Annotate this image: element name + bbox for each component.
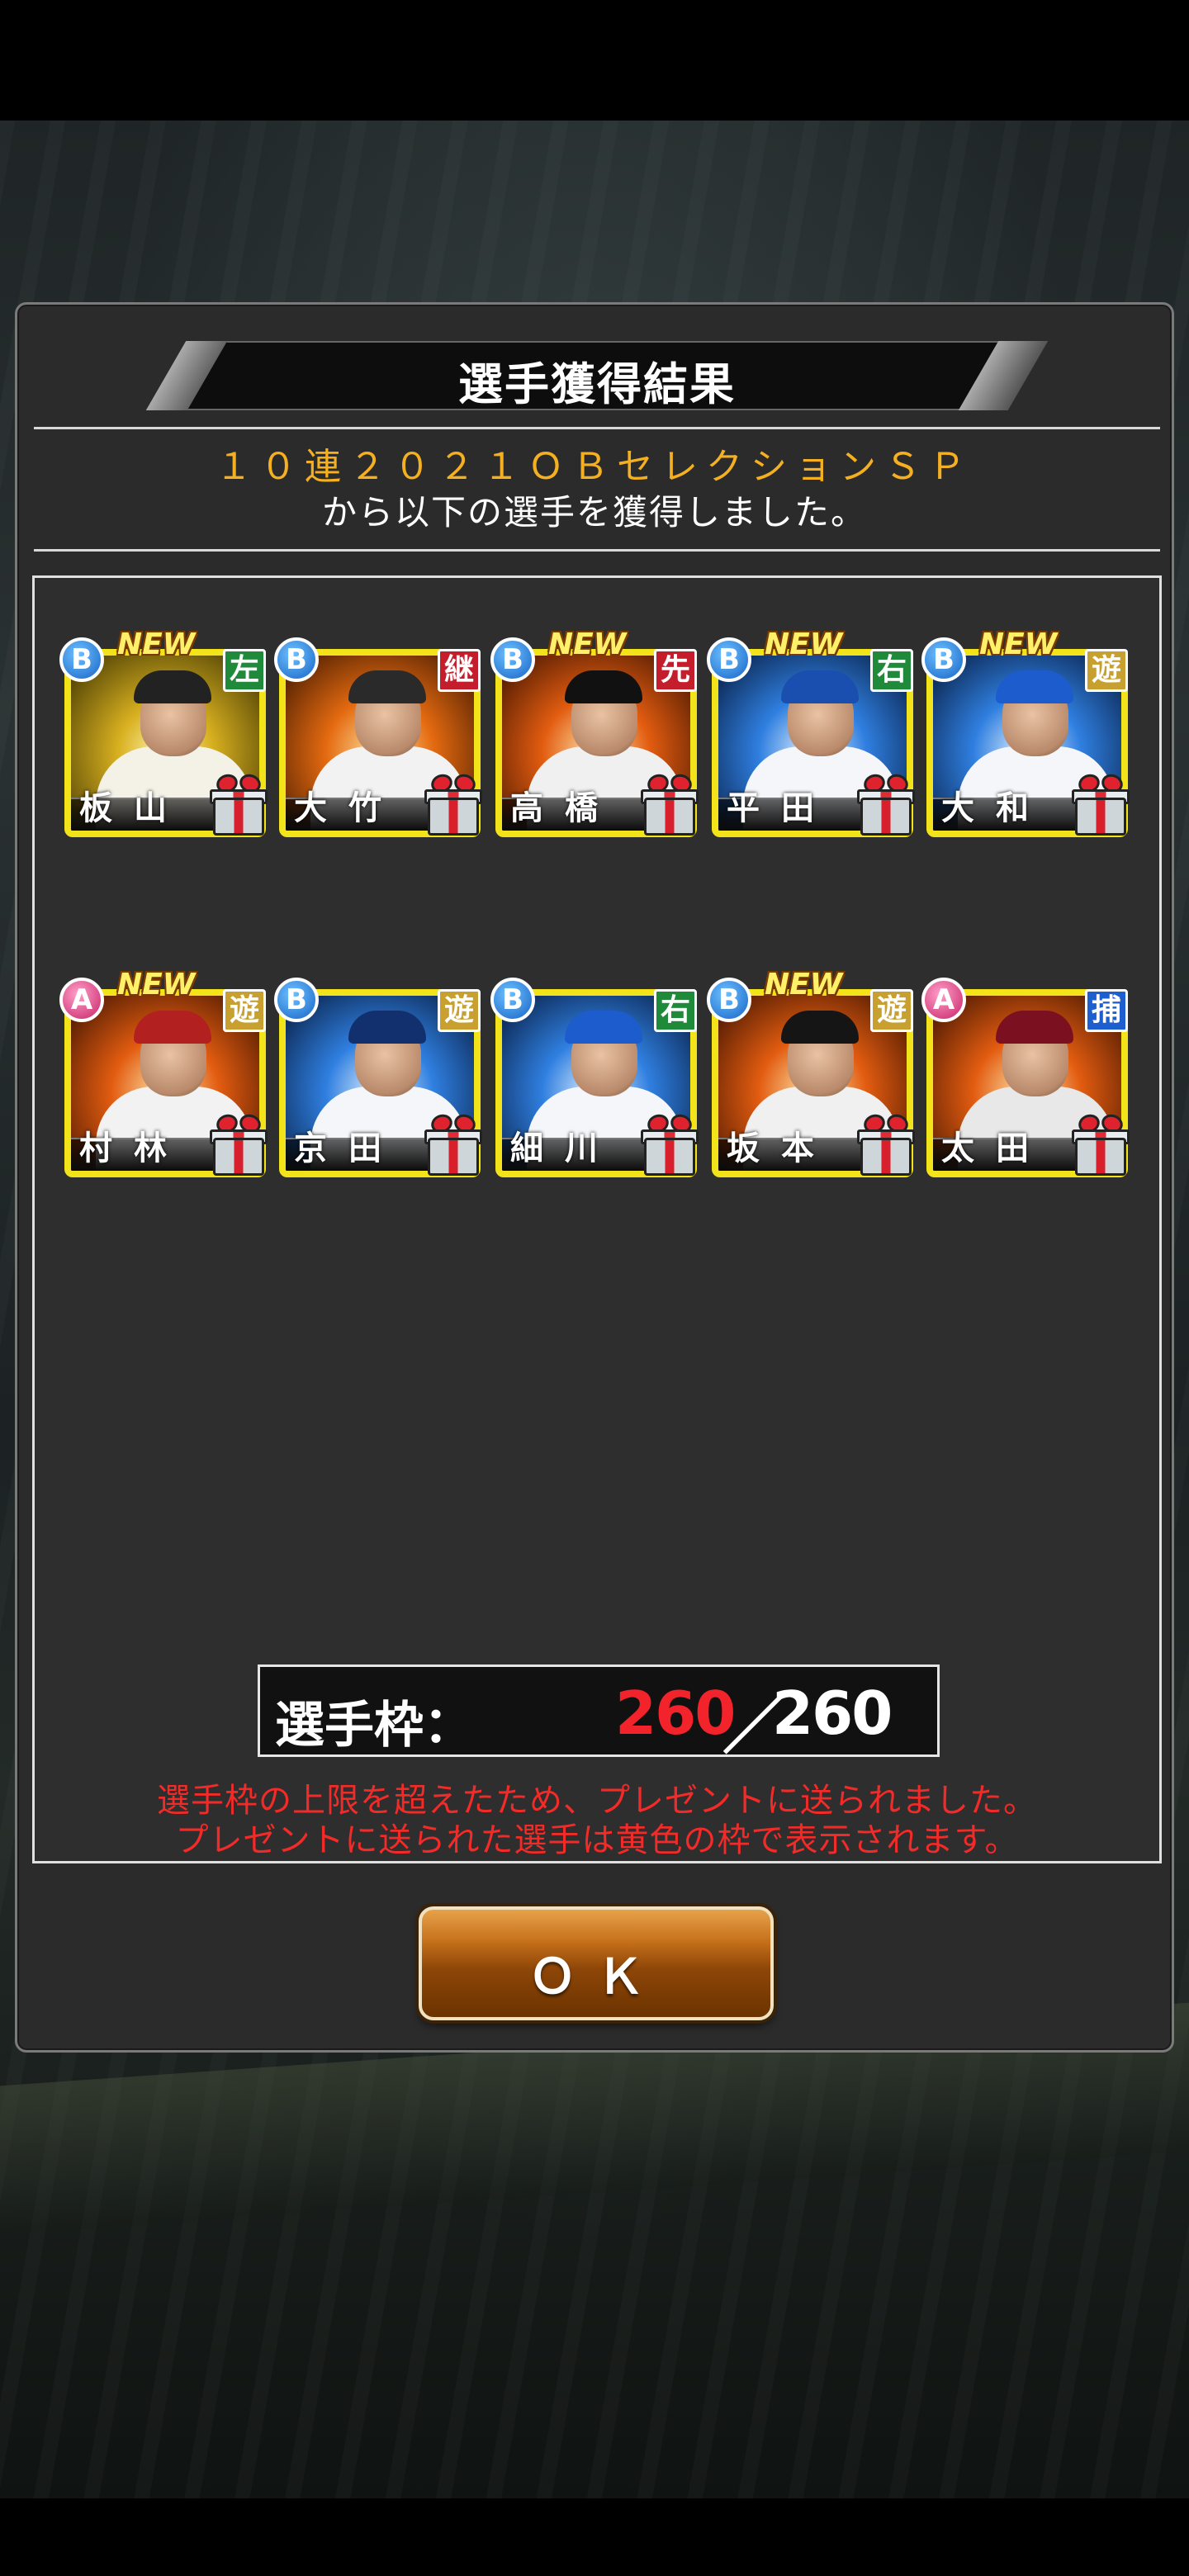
position-badge: 左 [223,649,266,692]
position-badge: 継 [438,649,481,692]
rank-badge: B [921,637,966,682]
title-bar: 選手獲得結果 [34,341,1160,410]
gift-icon [855,1111,917,1177]
position-badge: 遊 [870,989,913,1032]
player-name: 京田 [294,1129,403,1167]
new-label: NEW [765,968,843,1002]
gift-icon [1070,1111,1131,1177]
result-dialog: 選手獲得結果 １０連２０２１ＯＢセレクションＳＰ から以下の選手を獲得しました。… [15,302,1174,2053]
gift-icon [855,771,917,837]
player-name: 村林 [79,1129,188,1167]
player-cap [996,670,1073,703]
new-label: NEW [117,627,196,661]
rank-badge: B [490,978,535,1022]
player-card[interactable]: 板山 B 左 NEW [59,627,269,837]
gift-icon [208,771,269,837]
position-badge: 捕 [1085,989,1128,1032]
player-cap [348,670,426,703]
notice-line-2: プレゼントに送られた選手は黄色の枠で表示されます。 [175,1821,1019,1859]
rank-badge: A [921,978,966,1022]
position-badge: 右 [870,649,913,692]
player-name: 大竹 [294,789,403,827]
gift-box [644,1138,695,1176]
gift-box [213,798,264,836]
gift-icon [639,1111,700,1177]
divider [34,549,1160,552]
player-card[interactable]: 平田 B 右 NEW [707,627,917,837]
player-name: 高橋 [510,789,619,827]
gacha-name: １０連２０２１ＯＢセレクションＳＰ [216,446,973,488]
player-card[interactable]: 京田 B 遊 [274,968,484,1177]
player-name: 板山 [79,789,188,827]
player-cap [134,1011,211,1044]
player-card[interactable]: 細川 B 右 [490,968,700,1177]
player-name: 大和 [941,789,1050,827]
ok-button[interactable]: ＯＫ [419,1906,774,2020]
player-card[interactable]: 大和 B 遊 NEW [921,627,1131,837]
gift-box [213,1138,264,1176]
player-cap [781,1011,859,1044]
gift-box [428,1138,479,1176]
dialog-title: 選手獲得結果 [458,358,736,410]
player-card[interactable]: 大竹 B 継 [274,627,484,837]
rank-badge: B [274,978,319,1022]
divider [34,427,1160,429]
slot-label: 選手枠： [275,1697,473,1754]
gift-icon [1070,771,1131,837]
player-slot-counter: 選手枠： 260 ／ 260 [258,1664,940,1762]
player-cap [996,1011,1073,1044]
gift-icon [639,771,700,837]
position-badge: 右 [654,989,697,1032]
gift-box [1075,798,1126,836]
player-card[interactable]: 村林 A 遊 NEW [59,968,269,1177]
player-cap [565,1011,642,1044]
player-card[interactable]: 坂本 B 遊 NEW [707,968,917,1177]
gift-box [860,798,912,836]
ok-button-label: ＯＫ [528,1949,664,2005]
gift-box [1075,1138,1126,1176]
gift-icon [208,1111,269,1177]
new-label: NEW [979,627,1058,661]
slot-max: 260 [772,1679,893,1748]
player-name: 細川 [510,1129,619,1167]
position-badge: 遊 [1085,649,1128,692]
rank-badge: A [59,978,104,1022]
player-cap [565,670,642,703]
player-card[interactable]: 太田 A 捕 [921,968,1131,1177]
rank-badge: B [274,637,319,682]
rank-badge: B [59,637,104,682]
player-card[interactable]: 高橋 B 先 NEW [490,627,700,837]
gacha-subtitle: から以下の選手を獲得しました。 [321,492,867,533]
rank-badge: B [707,978,751,1022]
player-name: 平田 [727,789,836,827]
gift-box [860,1138,912,1176]
gift-box [428,798,479,836]
gift-box [644,798,695,836]
position-badge: 先 [654,649,697,692]
rank-badge: B [490,637,535,682]
player-cap [781,670,859,703]
position-badge: 遊 [438,989,481,1032]
rank-badge: B [707,637,751,682]
new-label: NEW [765,627,843,661]
player-cap [348,1011,426,1044]
player-result-panel: 板山 B 左 NEW 大竹 B 継高橋 B 先 NEW 平田 B 右 NEW 大和 B 遊 NEW 村林 A 遊 NEW 京… [32,575,1162,1863]
gift-icon [423,1111,484,1177]
gift-icon [423,771,484,837]
player-name: 坂本 [727,1129,836,1167]
new-label: NEW [117,968,196,1002]
slot-current: 260 [615,1679,736,1748]
player-cap [134,670,211,703]
player-name: 太田 [941,1129,1050,1167]
position-badge: 遊 [223,989,266,1032]
new-label: NEW [548,627,627,661]
